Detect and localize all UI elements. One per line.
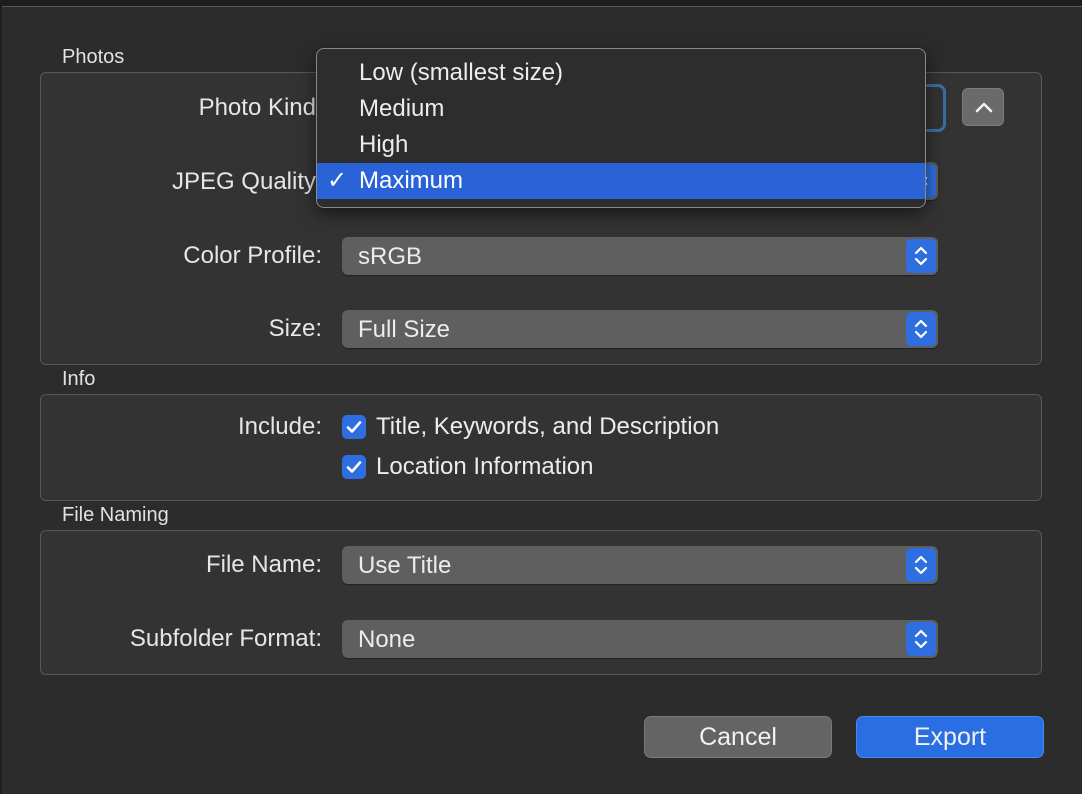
window-left-edge (0, 6, 2, 794)
subfolder-format-value: None (358, 626, 416, 653)
menu-item-low[interactable]: Low (smallest size) (317, 55, 925, 91)
color-profile-stepper (906, 239, 936, 273)
checkbox-row-title-keywords[interactable]: Title, Keywords, and Description (342, 413, 719, 441)
up-down-chevron-icon (914, 319, 928, 339)
info-group-box (40, 394, 1042, 501)
photo-kind-label: Photo Kind (198, 94, 316, 121)
menu-item-low-label: Low (smallest size) (359, 59, 564, 86)
subfolder-format-stepper (906, 622, 936, 656)
up-down-chevron-icon (914, 555, 928, 575)
menu-item-high-label: High (359, 131, 409, 158)
cancel-button[interactable]: Cancel (644, 716, 832, 758)
menu-item-maximum[interactable]: ✓ Maximum (317, 163, 925, 199)
checkmark-icon (346, 461, 362, 473)
up-down-chevron-icon (914, 246, 928, 266)
section-title-photos: Photos (62, 46, 125, 68)
jpeg-quality-menu: Low (smallest size) Medium High ✓ Maximu… (316, 48, 926, 208)
location-checkbox[interactable] (342, 455, 366, 479)
jpeg-quality-label: JPEG Quality (171, 168, 316, 195)
file-name-popup[interactable]: Use Title (342, 546, 938, 584)
window-top-edge (0, 0, 1082, 7)
color-profile-value: sRGB (358, 243, 423, 270)
include-label: Include: (237, 413, 322, 440)
checkbox-row-location[interactable]: Location Information (342, 453, 593, 481)
export-sheet: Photos Photo Kind JPEG Quality Color Pro… (0, 0, 1082, 794)
file-name-value: Use Title (358, 552, 452, 579)
section-title-file-naming: File Naming (62, 504, 169, 526)
menu-item-medium-label: Medium (359, 95, 445, 122)
title-keywords-checkbox[interactable] (342, 415, 366, 439)
title-keywords-label: Title, Keywords, and Description (376, 413, 720, 440)
location-label: Location Information (376, 453, 594, 480)
up-down-chevron-icon (914, 629, 928, 649)
collapse-button[interactable] (962, 88, 1004, 126)
subfolder-format-label: Subfolder Format: (129, 625, 322, 652)
color-profile-popup[interactable]: sRGB (342, 237, 938, 275)
size-stepper (906, 312, 936, 346)
export-button[interactable]: Export (856, 716, 1044, 758)
chevron-up-icon (975, 102, 993, 113)
size-label: Size: (268, 315, 322, 342)
file-name-label: File Name: (205, 551, 322, 578)
subfolder-format-popup[interactable]: None (342, 620, 938, 658)
file-name-stepper (906, 548, 936, 582)
size-value: Full Size (358, 316, 451, 343)
color-profile-label: Color Profile: (183, 242, 322, 269)
checkmark-icon (346, 421, 362, 433)
section-title-info: Info (62, 368, 96, 390)
checkmark-icon: ✓ (327, 167, 348, 194)
size-popup[interactable]: Full Size (342, 310, 938, 348)
menu-item-medium[interactable]: Medium (317, 91, 925, 127)
menu-item-maximum-label: Maximum (359, 167, 464, 194)
menu-item-high[interactable]: High (317, 127, 925, 163)
